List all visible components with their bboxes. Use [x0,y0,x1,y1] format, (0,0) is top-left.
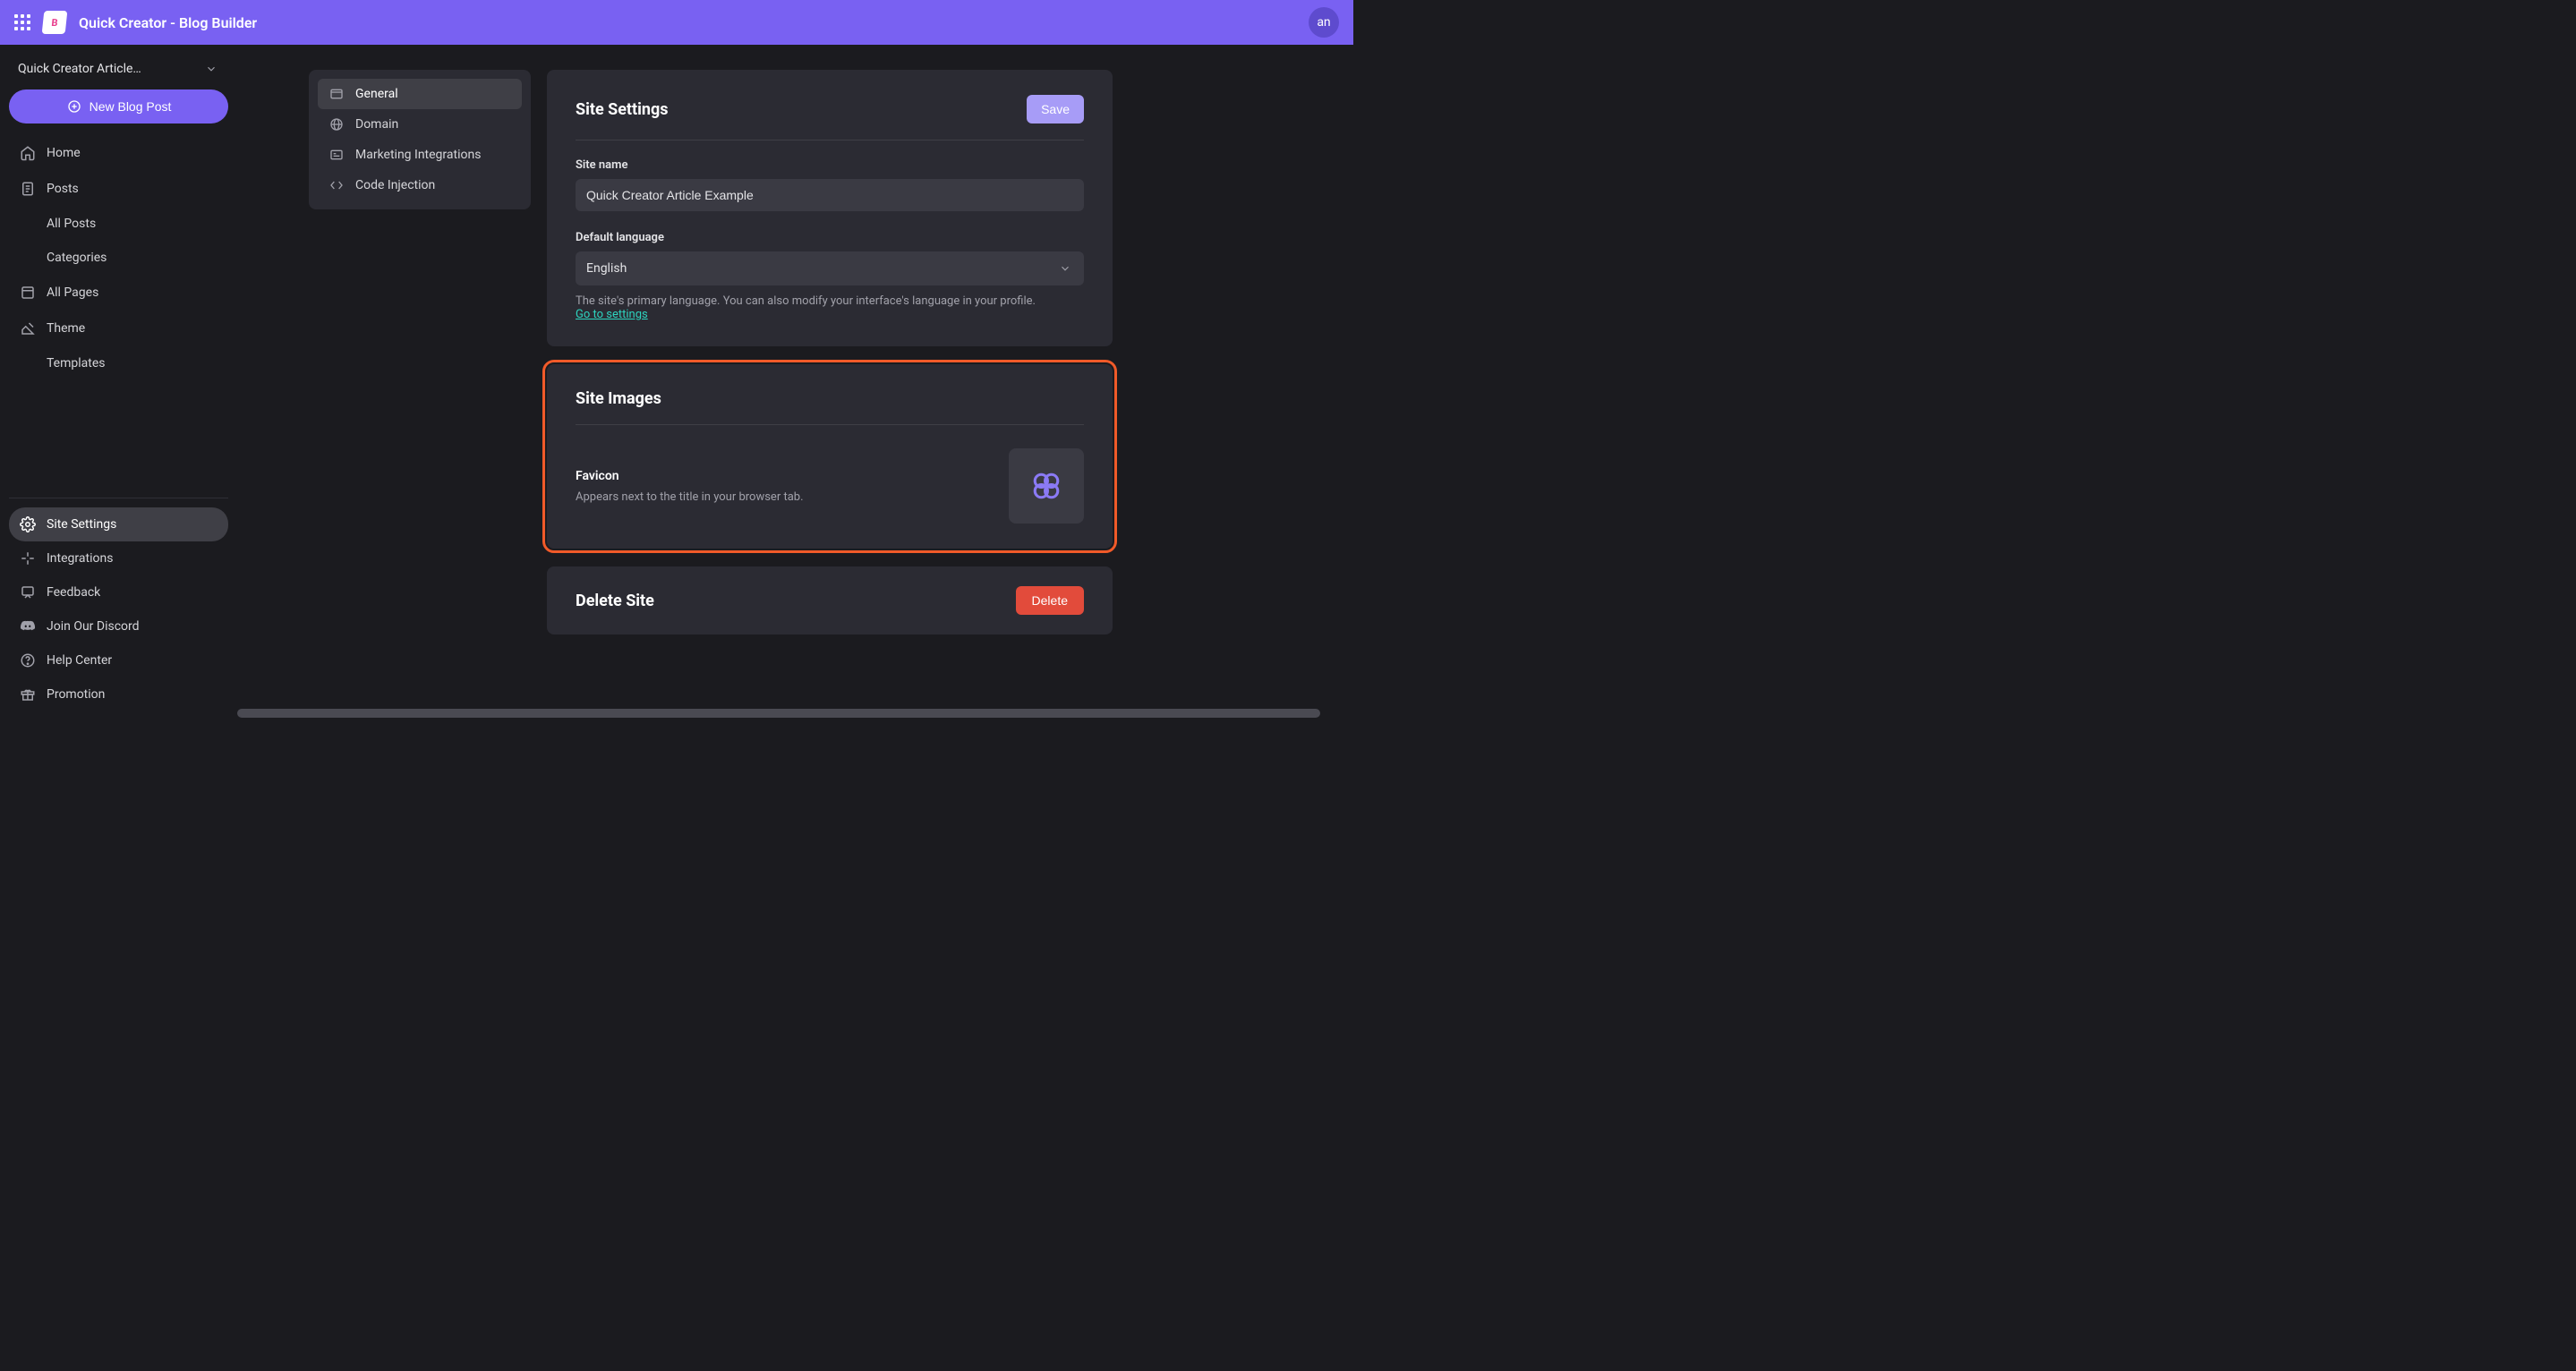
favicon-icon [1031,471,1062,501]
settings-subnav: General Domain Marketing Integrations Co… [309,70,531,209]
site-settings-card: Site Settings Save Site name Default lan… [547,70,1113,346]
favicon-upload[interactable] [1009,448,1084,524]
delete-site-title: Delete Site [576,592,654,610]
sidebar-item-categories[interactable]: Categories [9,242,228,274]
language-helper: The site's primary language. You can als… [576,294,1084,321]
sidebar-item-integrations[interactable]: Integrations [9,541,228,575]
settings-nav-marketing[interactable]: Marketing Integrations [318,140,522,170]
sidebar-item-templates[interactable]: Templates [9,347,228,379]
sidebar-item-label: Site Settings [47,517,116,532]
sidebar-item-promotion[interactable]: Promotion [9,677,228,711]
site-name-label: Site name [576,158,1084,172]
sidebar-item-label: Categories [47,251,107,265]
document-icon [20,181,36,197]
sidebar-item-label: Theme [47,321,85,336]
new-blog-post-button[interactable]: New Blog Post [9,89,228,123]
default-language-label: Default language [576,231,1084,244]
site-switcher[interactable]: Quick Creator Article… [9,54,228,84]
sidebar-item-home[interactable]: Home [9,136,228,170]
site-settings-title: Site Settings [576,100,669,119]
sidebar-item-label: Integrations [47,551,113,566]
default-language-value: English [586,261,627,276]
sidebar-item-feedback[interactable]: Feedback [9,575,228,609]
app-logo-icon: B [42,11,68,34]
browser-icon [328,86,345,102]
sidebar-item-label: Join Our Discord [47,619,140,634]
chevron-down-icon [203,61,219,77]
sidebar-item-all-pages[interactable]: All Pages [9,276,228,310]
sidebar-item-posts[interactable]: Posts [9,172,228,206]
feedback-icon [20,584,36,600]
topbar-left: B Quick Creator - Blog Builder [14,11,257,34]
sidebar-item-label: Home [47,146,81,160]
new-blog-post-label: New Blog Post [90,99,172,114]
gift-icon [20,686,36,703]
horizontal-scrollbar[interactable] [237,706,1353,720]
settings-nav-label: Code Injection [355,178,435,192]
site-images-title: Site Images [576,389,661,408]
language-helper-text: The site's primary language. You can als… [576,294,1036,308]
globe-icon [328,116,345,132]
plus-circle-icon [66,98,82,115]
home-icon [20,145,36,161]
topbar: B Quick Creator - Blog Builder an [0,0,1353,45]
gear-icon [20,516,36,532]
favicon-description: Appears next to the title in your browse… [576,490,804,504]
settings-nav-general[interactable]: General [318,79,522,109]
settings-nav-label: Marketing Integrations [355,148,481,162]
sidebar-item-label: Templates [47,356,106,370]
site-images-card: Site Images Favicon Appears next to the … [547,364,1113,549]
site-name-input[interactable] [576,179,1084,211]
sidebar-item-label: Posts [47,182,79,196]
sidebar-item-label: All Posts [47,217,96,231]
sidebar-item-help[interactable]: Help Center [9,643,228,677]
site-switcher-label: Quick Creator Article… [18,62,141,76]
marketing-icon [328,147,345,163]
settings-nav-label: Domain [355,117,398,132]
default-language-select[interactable]: English [576,251,1084,285]
sidebar-item-label: Feedback [47,585,100,600]
app-title: Quick Creator - Blog Builder [79,14,257,31]
discord-icon [20,618,36,634]
sidebar-item-label: Promotion [47,687,105,702]
sidebar: Quick Creator Article… New Blog Post Hom… [0,45,237,720]
avatar[interactable]: an [1309,7,1339,38]
integrations-icon [20,550,36,566]
settings-nav-label: General [355,87,398,101]
sidebar-item-all-posts[interactable]: All Posts [9,208,228,240]
content-area: General Domain Marketing Integrations Co… [237,45,1353,720]
sidebar-item-discord[interactable]: Join Our Discord [9,609,228,643]
go-to-settings-link[interactable]: Go to settings [576,308,648,321]
help-icon [20,652,36,668]
sidebar-item-label: All Pages [47,285,98,300]
favicon-label: Favicon [576,469,804,483]
scrollbar-thumb[interactable] [237,709,1320,718]
save-button[interactable]: Save [1027,95,1084,123]
settings-nav-domain[interactable]: Domain [318,109,522,140]
sidebar-item-site-settings[interactable]: Site Settings [9,507,228,541]
chevron-down-icon [1057,260,1073,277]
app-grid-icon[interactable] [14,14,30,30]
delete-site-card: Delete Site Delete [547,566,1113,634]
sidebar-item-theme[interactable]: Theme [9,311,228,345]
delete-button[interactable]: Delete [1016,586,1084,615]
settings-nav-code[interactable]: Code Injection [318,170,522,200]
code-icon [328,177,345,193]
sidebar-item-label: Help Center [47,653,112,668]
pages-icon [20,285,36,301]
theme-icon [20,320,36,336]
